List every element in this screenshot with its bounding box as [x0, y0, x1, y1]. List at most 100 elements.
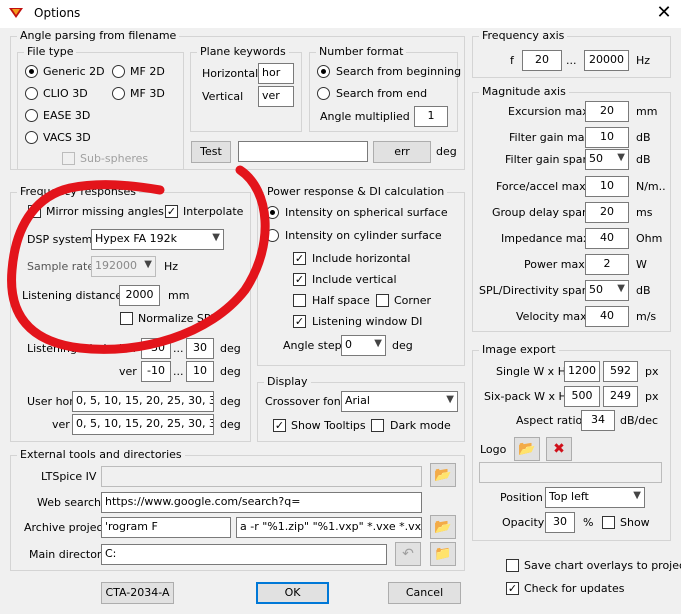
corner-checkbox[interactable] [376, 294, 389, 307]
open-folder-icon[interactable]: 📂 [514, 437, 540, 461]
impedance-max-input[interactable]: 40 [585, 228, 629, 249]
logo-path-input[interactable] [479, 462, 662, 483]
vertical-keyword-input[interactable]: ver [258, 86, 294, 107]
radio-label: Search from beginning [336, 65, 462, 78]
cta-2034-button[interactable]: CTA-2034-A [101, 582, 174, 604]
lw-ver-min-input[interactable]: -10 [141, 361, 171, 382]
aspect-ratio-input[interactable]: 34 [581, 410, 615, 431]
ok-button[interactable]: OK [256, 582, 329, 604]
chevron-down-icon: ▼ [374, 338, 382, 349]
filter-gain-max-input[interactable]: 10 [585, 127, 629, 148]
dsp-system-select[interactable]: Hypex FA 192k ▼ [91, 229, 224, 250]
user-hor-angles-input[interactable]: 0, 5, 10, 15, 20, 25, 30, 35, 4 [72, 391, 214, 412]
hor-label: hor [119, 342, 138, 355]
magnitude-row-unit: ms [636, 206, 653, 219]
range-ellipsis: ... [566, 54, 577, 67]
single-height-input[interactable]: 592 [603, 361, 638, 382]
radio-label: Intensity on spherical surface [285, 206, 448, 219]
archive-program-input[interactable]: 'rogram F [101, 517, 231, 538]
show-logo-checkbox[interactable] [602, 516, 615, 529]
archive-args-input[interactable]: a -r "%1.zip" "%1.vxp" *.vxe *.vxb *.vx [236, 517, 422, 538]
sub-spheres-checkbox[interactable] [62, 152, 75, 165]
power-max-input[interactable]: 2 [585, 254, 629, 275]
show-tooltips-checkbox[interactable]: ✓ [273, 419, 286, 432]
opacity-input[interactable]: 30 [545, 512, 575, 533]
filter-gain-span-select[interactable]: 50 ▼ [585, 149, 629, 170]
freq-max-input[interactable]: 20000 [584, 50, 629, 71]
group-title: Magnitude axis [479, 85, 569, 98]
include-vertical-checkbox[interactable]: ✓ [293, 273, 306, 286]
group-delay-span-input[interactable]: 20 [585, 202, 629, 223]
radio-ease-3d[interactable] [25, 109, 38, 122]
main-directory-input[interactable]: C: [101, 544, 387, 565]
web-search-input[interactable]: https://www.google.com/search?q= [101, 492, 422, 513]
normalize-spl-checkbox[interactable] [120, 312, 133, 325]
window-title: Options [34, 6, 81, 20]
radio-search-end[interactable] [317, 87, 330, 100]
user-ver-angles-input[interactable]: 0, 5, 10, 15, 20, 25, 30, 35, 4 [72, 414, 214, 435]
sample-rate-select[interactable]: 192000 ▼ [91, 256, 156, 277]
crossover-font-select[interactable]: Arial ▼ [341, 391, 458, 412]
ver-label: ver [119, 365, 137, 378]
radio-generic-2d[interactable] [25, 65, 38, 78]
check-updates-checkbox[interactable]: ✓ [506, 582, 519, 595]
mirror-angles-checkbox[interactable]: ✓ [28, 205, 41, 218]
lw-hor-max-input[interactable]: 30 [186, 338, 214, 359]
save-chart-overlays-checkbox[interactable] [506, 559, 519, 572]
err-button[interactable]: err [373, 141, 431, 163]
open-folder-icon[interactable]: 📂 [430, 463, 456, 487]
delete-logo-icon[interactable]: ✖ [546, 437, 572, 461]
half-space-checkbox[interactable] [293, 294, 306, 307]
lw-ver-max-input[interactable]: 10 [186, 361, 214, 382]
logo-position-select[interactable]: Top left ▼ [545, 487, 645, 508]
excursion-max-input[interactable]: 20 [585, 101, 629, 122]
radio-label: MF 3D [130, 87, 165, 100]
group-title: Plane keywords [197, 45, 289, 58]
angle-step-select[interactable]: 0 ▼ [341, 335, 386, 356]
group-title: Frequency axis [479, 29, 568, 42]
range-ellipsis: ... [173, 342, 184, 355]
radio-label: Generic 2D [43, 65, 105, 78]
sixpack-height-input[interactable]: 249 [603, 386, 638, 407]
radio-search-beginning[interactable] [317, 65, 330, 78]
include-horizontal-checkbox[interactable]: ✓ [293, 252, 306, 265]
test-filename-input[interactable] [238, 141, 368, 162]
undo-icon[interactable]: ↶ [395, 542, 421, 566]
save-chart-overlays-label: Save chart overlays to project [524, 559, 681, 572]
lw-hor-min-input[interactable]: -30 [141, 338, 171, 359]
chevron-down-icon: ▼ [617, 152, 625, 163]
radio-mf-2d[interactable] [112, 65, 125, 78]
interpolate-checkbox[interactable]: ✓ [165, 205, 178, 218]
radio-spherical-surface[interactable] [266, 206, 279, 219]
angle-step-value: 0 [345, 338, 352, 351]
cancel-button[interactable]: Cancel [388, 582, 461, 604]
percent-unit: % [583, 516, 594, 529]
radio-vacs-3d[interactable] [25, 131, 38, 144]
single-width-input[interactable]: 1200 [564, 361, 600, 382]
radio-clio-3d[interactable] [25, 87, 38, 100]
dark-mode-checkbox[interactable] [371, 419, 384, 432]
deg-unit: deg [436, 145, 457, 158]
horizontal-keyword-input[interactable]: hor [258, 63, 294, 84]
group-title: Display [264, 375, 311, 388]
ltspice-path-input[interactable] [101, 466, 422, 487]
radio-cylinder-surface[interactable] [266, 229, 279, 242]
main-directory-label: Main directory [29, 548, 108, 561]
freq-min-input[interactable]: 20 [522, 50, 562, 71]
force-accel-max-input[interactable]: 10 [585, 176, 629, 197]
app-logo-icon [9, 8, 23, 18]
velocity-max-input[interactable]: 40 [585, 306, 629, 327]
opacity-label: Opacity [502, 516, 545, 529]
sub-spheres-label: Sub-spheres [80, 152, 149, 165]
angle-multiplier-input[interactable]: 1 [414, 106, 448, 127]
group-title: Angle parsing from filename [17, 29, 180, 42]
sixpack-width-input[interactable]: 500 [564, 386, 600, 407]
spl-directivity-span-select[interactable]: 50 ▼ [585, 280, 629, 301]
folder-icon[interactable]: 📁 [430, 542, 456, 566]
radio-mf-3d[interactable] [112, 87, 125, 100]
close-icon[interactable]: ✕ [654, 3, 674, 23]
listening-window-di-checkbox[interactable]: ✓ [293, 315, 306, 328]
test-button[interactable]: Test [191, 141, 231, 163]
open-folder-icon[interactable]: 📂 [430, 515, 456, 539]
listening-distance-input[interactable]: 2000 [119, 285, 160, 306]
